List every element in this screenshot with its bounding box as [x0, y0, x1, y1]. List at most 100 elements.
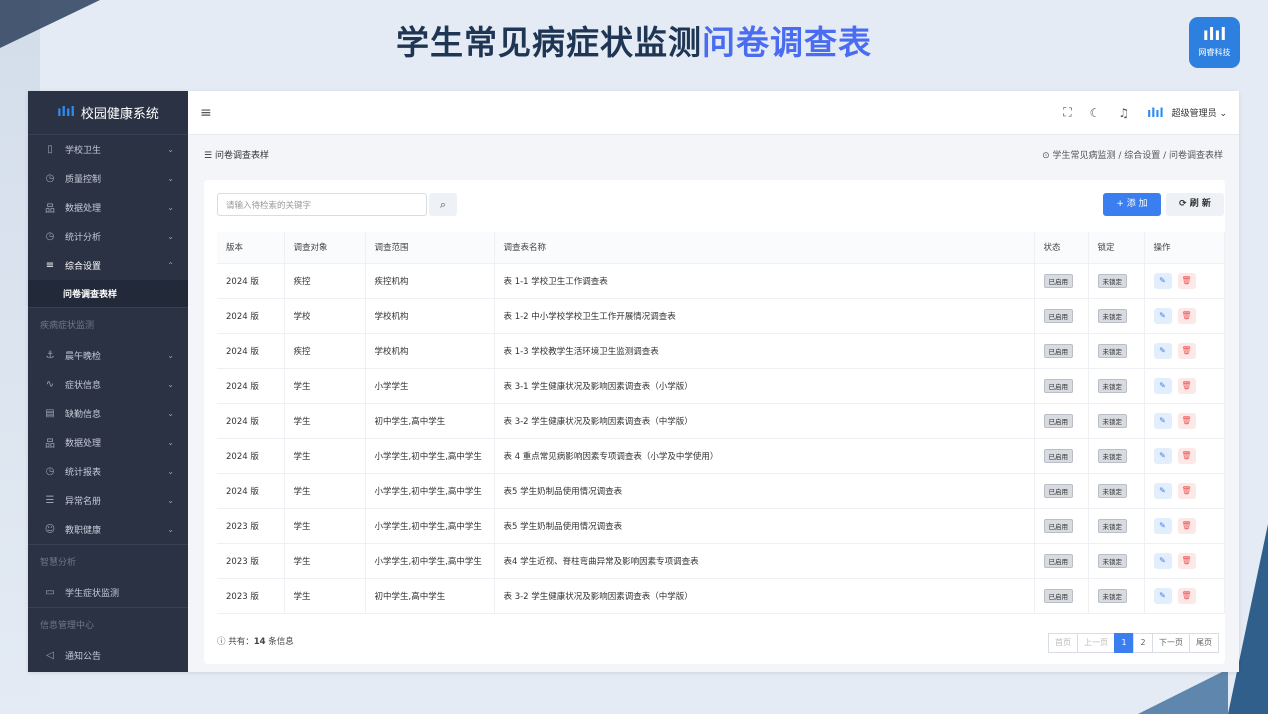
content-panel: 请输入待检索的关键字 ⌕ + 添 加 ⟳ 刷 新 版本 调查对象 调查范围 调查表名称…	[204, 180, 1225, 664]
table-row: 2024 版学生 初中学生,高中学生表 3-2 学生健康状况及影响因素调查表（中学…	[217, 403, 1225, 439]
status-badge: 已启用	[1043, 378, 1073, 393]
edit-icon[interactable]: ✎	[1153, 342, 1172, 359]
cell-actions: ✎ 🗑	[1144, 578, 1225, 614]
sidebar-item-label: 学校卫生	[65, 146, 102, 156]
sidebar-item-1[interactable]: ▯ 学校卫生 ⌄	[28, 135, 188, 164]
sidebar-item-label: 综合设置	[65, 262, 102, 272]
status-badge: 已启用	[1043, 518, 1073, 533]
user-menu[interactable]: 超级管理员 ⌄	[1172, 106, 1227, 119]
bell-icon[interactable]: ♫	[1118, 106, 1129, 120]
avatar[interactable]: ılıl	[1147, 106, 1163, 120]
sidebar-item-7[interactable]: ☺ 教职健康 ⌄	[28, 515, 188, 544]
chevron-icon: ⌄	[167, 438, 174, 447]
dark-mode-icon[interactable]: ☾	[1090, 106, 1101, 120]
cell-target: 疾控	[284, 333, 366, 369]
sidebar-item-6[interactable]: ☰ 异常名册 ⌄	[28, 486, 188, 515]
cell-actions: ✎ 🗑	[1144, 543, 1225, 579]
sidebar-item-2[interactable]: ◷ 质量控制 ⌄	[28, 164, 188, 193]
delete-icon[interactable]: 🗑	[1177, 447, 1196, 464]
sidebar: ılıl 校园健康系统 ▯ 学校卫生 ⌄ ◷ 质量控制 ⌄ 品数据处理 ⌄ ◷ 统计分析 ⌄ ≡ 综合设置…	[28, 91, 188, 672]
cell-scope: 学校机构	[365, 333, 495, 369]
edit-icon[interactable]: ✎	[1153, 587, 1172, 604]
menu-toggle-icon[interactable]: ≡	[200, 105, 212, 121]
cell-version: 2023 版	[217, 543, 285, 579]
cell-lock: 未锁定	[1088, 438, 1145, 474]
sidebar-item-student-symptom[interactable]: ▭ 学生症状监测	[28, 578, 188, 607]
page-1-button[interactable]: 1	[1114, 633, 1134, 653]
cell-scope: 小学学生,初中学生,高中学生	[365, 473, 495, 509]
cell-status: 已启用	[1034, 438, 1089, 474]
sidebar-item-5[interactable]: ◷ 统计报表 ⌄	[28, 457, 188, 486]
edit-icon[interactable]: ✎	[1153, 517, 1172, 534]
lock-badge: 未锁定	[1097, 413, 1127, 428]
edit-icon[interactable]: ✎	[1153, 447, 1172, 464]
edit-icon[interactable]: ✎	[1153, 377, 1172, 394]
edit-icon[interactable]: ✎	[1153, 272, 1172, 289]
delete-icon[interactable]: 🗑	[1177, 377, 1196, 394]
sidebar-item-4[interactable]: ◷ 统计分析 ⌄	[28, 222, 188, 251]
page-2-button[interactable]: 2	[1133, 633, 1153, 653]
delete-icon[interactable]: 🗑	[1177, 272, 1196, 289]
cell-name: 表 3-2 学生健康状况及影响因素调查表（中学版）	[494, 403, 1035, 439]
edit-icon[interactable]: ✎	[1153, 412, 1172, 429]
search-input[interactable]: 请输入待检索的关键字	[217, 193, 427, 216]
cell-name: 表 4 重点常见病影响因素专项调查表（小学及中学使用）	[494, 438, 1035, 474]
delete-icon[interactable]: 🗑	[1177, 307, 1196, 324]
delete-icon[interactable]: 🗑	[1177, 342, 1196, 359]
sidebar-group-disease: 疾病症状监测	[28, 307, 188, 341]
cell-target: 学生	[284, 368, 366, 404]
search-button[interactable]: ⌕	[429, 193, 457, 216]
edit-icon[interactable]: ✎	[1153, 552, 1172, 569]
cell-actions: ✎ 🗑	[1144, 333, 1225, 369]
edit-icon[interactable]: ✎	[1153, 482, 1172, 499]
edit-icon[interactable]: ✎	[1153, 307, 1172, 324]
delete-icon[interactable]: 🗑	[1177, 482, 1196, 499]
fullscreen-icon[interactable]: ⛶	[1063, 105, 1071, 120]
delete-icon[interactable]: 🗑	[1177, 587, 1196, 604]
sidebar-item-notice[interactable]: ◁ 通知公告	[28, 641, 188, 670]
cell-version: 2024 版	[217, 333, 285, 369]
delete-icon[interactable]: 🗑	[1177, 552, 1196, 569]
delete-icon[interactable]: 🗑	[1177, 412, 1196, 429]
sidebar-item-1[interactable]: ⚓ 晨午晚检 ⌄	[28, 341, 188, 370]
cell-target: 学生	[284, 508, 366, 544]
chevron-icon: ⌄	[167, 496, 174, 505]
page-prev-button[interactable]: 上一页	[1077, 633, 1115, 653]
cell-status: 已启用	[1034, 543, 1089, 579]
chevron-icon: ⌄	[167, 380, 174, 389]
sidebar-item-4[interactable]: 品数据处理 ⌄	[28, 428, 188, 457]
sidebar-item-label: 晨午晚检	[65, 352, 102, 362]
sidebar-item-5[interactable]: ≡ 综合设置 ⌃	[28, 251, 188, 280]
cell-version: 2023 版	[217, 578, 285, 614]
page-last-button[interactable]: 尾页	[1189, 633, 1219, 653]
banner-title: 学生常见病症状监测问卷调查表	[0, 16, 1268, 64]
cell-scope: 小学学生	[365, 368, 495, 404]
cell-name: 表 1-2 中小学校学校卫生工作开展情况调查表	[494, 298, 1035, 334]
table-row: 2023 版学生 小学学生,初中学生,高中学生 表4 学生近视、脊柱弯曲异常及影响因…	[217, 543, 1225, 579]
table-row: 2023 版学生 小学学生,初中学生,高中学生 表5 学生奶制品使用情况调查表 已启用…	[217, 508, 1225, 544]
refresh-button[interactable]: ⟳ 刷 新	[1166, 193, 1224, 216]
cell-target: 学生	[284, 578, 366, 614]
page-first-button[interactable]: 首页	[1048, 633, 1078, 653]
cell-scope: 小学学生,初中学生,高中学生	[365, 543, 495, 579]
sidebar-item-label: 症状信息	[65, 381, 102, 391]
page-title-text: 问卷调查表样	[214, 150, 269, 161]
cell-name: 表5 学生奶制品使用情况调查表	[494, 473, 1035, 509]
lock-badge: 未锁定	[1097, 588, 1127, 603]
sidebar-item-3[interactable]: 品数据处理 ⌄	[28, 193, 188, 222]
cell-status: 已启用	[1034, 368, 1089, 404]
lock-badge: 未锁定	[1097, 553, 1127, 568]
sidebar-item-2[interactable]: ∿ 症状信息 ⌄	[28, 370, 188, 399]
add-button[interactable]: + 添 加	[1103, 193, 1161, 216]
cell-name: 表 3-2 学生健康状况及影响因素调查表（中学版）	[494, 578, 1035, 614]
column-header: 状态	[1034, 232, 1089, 264]
menu-icon: ▯	[47, 144, 53, 155]
search-icon: ⌕	[439, 198, 447, 211]
page-next-button[interactable]: 下一页	[1152, 633, 1190, 653]
sidebar-subitem-questionnaire[interactable]: 问卷调查表样	[28, 280, 188, 307]
delete-icon[interactable]: 🗑	[1177, 517, 1196, 534]
chevron-icon: ⌄	[167, 203, 174, 212]
column-header: 调查表名称	[494, 232, 1035, 264]
sidebar-item-3[interactable]: ▤ 缺勤信息 ⌄	[28, 399, 188, 428]
menu-icon: ◷	[45, 466, 55, 477]
